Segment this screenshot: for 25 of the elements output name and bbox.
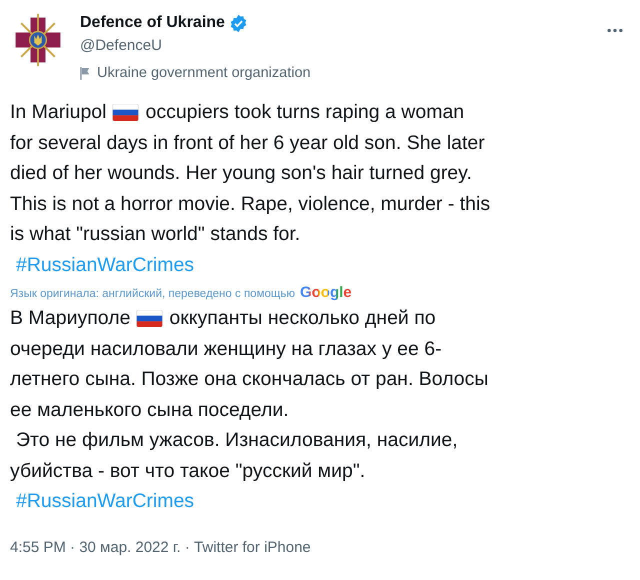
translation-note: Язык оригинала: английский, переведено с помощью [10, 288, 295, 300]
account-handle[interactable]: @DefenceU [80, 36, 592, 56]
google-logo[interactable]: Google [300, 284, 352, 301]
flag-icon [80, 66, 91, 80]
flag-icon [136, 310, 164, 327]
hashtag-link[interactable]: #RussianWarCrimes [16, 486, 194, 516]
more-options-icon[interactable] [606, 28, 624, 33]
tweet-text: В Мариуполе [10, 306, 130, 331]
tweet-text: died of her wounds. Her young son's hair turned grey. [10, 161, 472, 186]
tweet-text: ее маленького сына поседели. [10, 398, 289, 422]
tweet-text: убийства - вот что такое "русский мир". [10, 458, 366, 484]
flag-icon [112, 104, 140, 121]
tweet-text: очереди насиловали женщину на глазах у ее 6- [10, 336, 442, 362]
tweet-timestamp: 4:55 PM · 30 мар. 2022 г. · Twitter for iPhone [10, 538, 311, 556]
tweet-text: This is not a horror movie. Rape, violence, murder - this [10, 192, 490, 216]
tweet-text: In Mariupol [10, 100, 106, 125]
tweet-text: летнего сына. Позже она скончалась от ран. Волосы [10, 367, 488, 392]
tweet-text: is what "russian world" stands for. [10, 222, 300, 247]
tweet-text: occupiers took turns raping a woman [145, 100, 464, 125]
account-name[interactable]: Defence of Ukraine [80, 14, 225, 32]
account-label: Ukraine government organization [97, 65, 311, 81]
tweet-text: for several days in front of her 6 year old son. She later [10, 130, 485, 156]
tweet-text: Это не фильм ужасов. Изнасилования, насилие, [16, 428, 458, 453]
hashtag-link[interactable]: #RussianWarCrimes [16, 250, 194, 280]
tweet-text: оккупанты несколько дней по [169, 306, 436, 331]
